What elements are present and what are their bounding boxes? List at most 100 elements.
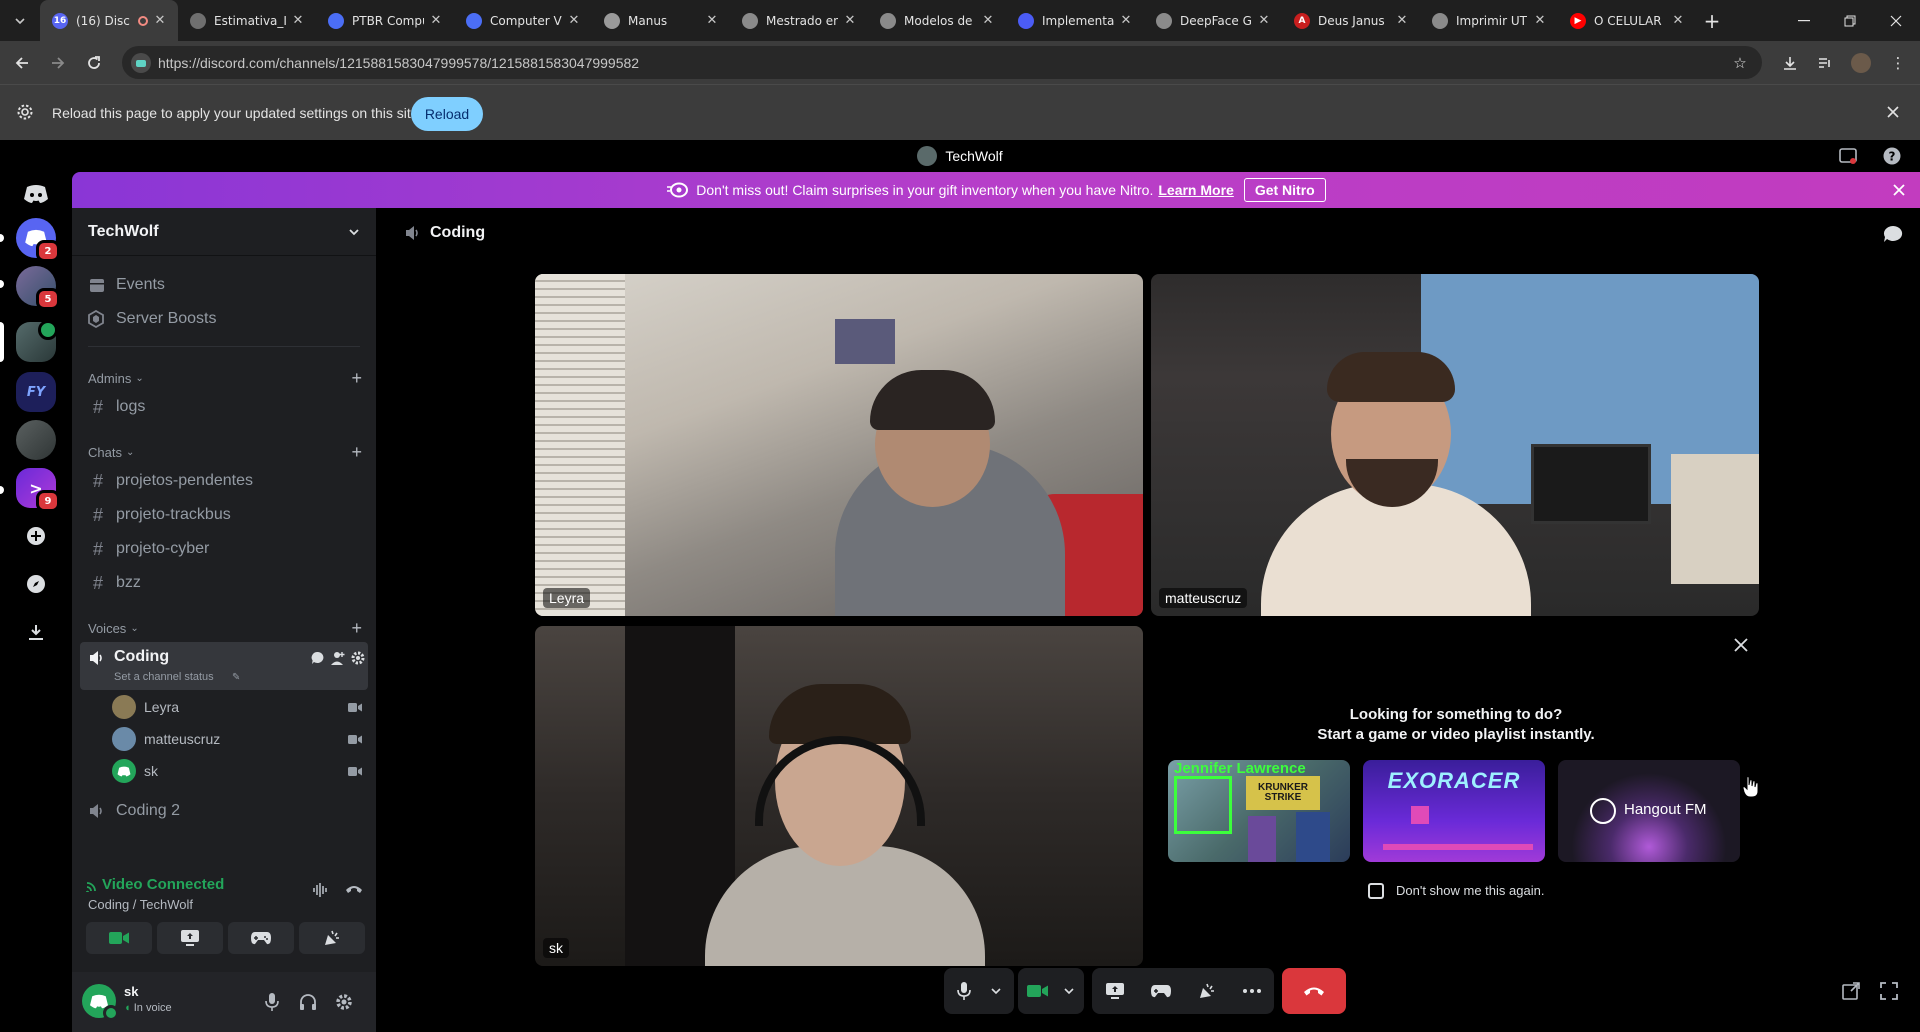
activity-card-hangout-fm[interactable]: Hangout FM <box>1558 760 1740 862</box>
browser-menu-icon[interactable]: ⋮ <box>1888 53 1908 73</box>
profile-avatar[interactable] <box>1851 53 1871 73</box>
close-tab-icon[interactable]: ✕ <box>842 13 858 28</box>
add-server-icon[interactable] <box>16 516 56 556</box>
close-tab-icon[interactable]: ✕ <box>1118 13 1134 28</box>
camera-button[interactable] <box>1018 968 1058 1014</box>
learn-more-link[interactable]: Learn More <box>1158 182 1233 198</box>
invite-user-icon[interactable] <box>330 650 346 666</box>
voice-channel-coding[interactable]: Coding Set a channel status ✎ <box>80 642 368 690</box>
camera-options-chevron-icon[interactable] <box>1058 968 1080 1014</box>
server-header[interactable]: TechWolf <box>72 208 376 256</box>
pop-out-icon[interactable] <box>1842 982 1860 1000</box>
avatar[interactable] <box>82 984 119 1021</box>
minimize-button[interactable] <box>1781 0 1827 41</box>
close-tab-icon[interactable]: ✕ <box>152 13 168 28</box>
media-controls-icon[interactable] <box>1815 53 1835 73</box>
close-tab-icon[interactable]: ✕ <box>290 13 306 28</box>
browser-tab[interactable]: Mestrado en ✕ <box>730 0 868 41</box>
new-tab-button[interactable]: + <box>1696 9 1728 33</box>
close-tab-icon[interactable]: ✕ <box>1394 13 1410 28</box>
disconnect-icon[interactable] <box>344 882 364 896</box>
close-icon[interactable] <box>1734 638 1748 652</box>
channel-projetos-pendentes[interactable]: # projetos-pendentes <box>80 464 368 498</box>
voice-location[interactable]: Coding / TechWolf <box>88 897 193 912</box>
voice-status[interactable]: Video Connected <box>102 876 224 893</box>
browser-tab[interactable]: Modelos de ✕ <box>868 0 1006 41</box>
close-banner-icon[interactable] <box>1892 183 1906 197</box>
help-icon[interactable]: ? <box>1882 146 1902 166</box>
server-icon[interactable] <box>16 420 56 460</box>
camera-toggle-button[interactable] <box>86 922 152 954</box>
microphone-icon[interactable] <box>264 992 280 1012</box>
bookmark-star-icon[interactable]: ☆ <box>1730 53 1750 73</box>
explore-icon[interactable] <box>16 564 56 604</box>
chat-bubble-icon[interactable] <box>310 650 326 666</box>
close-tab-icon[interactable]: ✕ <box>1256 13 1272 28</box>
get-nitro-button[interactable]: Get Nitro <box>1243 178 1326 202</box>
browser-tab[interactable]: 16 (16) Disc ✕ <box>40 0 178 41</box>
channel-status-label[interactable]: Set a channel status <box>114 671 214 683</box>
user-settings-gear-icon[interactable] <box>334 992 354 1012</box>
screen-share-button[interactable] <box>1092 968 1138 1014</box>
channel-projeto-trackbus[interactable]: # projeto-trackbus <box>80 498 368 532</box>
close-tab-icon[interactable]: ✕ <box>566 13 582 28</box>
server-icon[interactable]: > 9 <box>16 468 60 512</box>
channel-logs[interactable]: # logs <box>80 390 368 424</box>
server-icon[interactable]: 5 <box>16 266 60 310</box>
inbox-icon[interactable] <box>1838 146 1858 166</box>
chat-bubble-icon[interactable] <box>1882 224 1904 244</box>
site-info-icon[interactable] <box>131 53 151 73</box>
category-chats[interactable]: Chats ⌄ + <box>88 442 368 462</box>
headphones-icon[interactable] <box>298 992 318 1012</box>
create-channel-icon[interactable]: + <box>351 618 362 639</box>
screen-share-button[interactable] <box>157 922 223 954</box>
create-channel-icon[interactable]: + <box>351 442 362 463</box>
more-options-icon[interactable] <box>1230 968 1274 1014</box>
browser-tab[interactable]: Implementa ✕ <box>1006 0 1144 41</box>
browser-tab[interactable]: Estimativa_Ir ✕ <box>178 0 316 41</box>
browser-tab[interactable]: Computer Vi ✕ <box>454 0 592 41</box>
voice-user-matteuscruz[interactable]: matteuscruz <box>112 724 368 754</box>
browser-tab[interactable]: ▶ O CELULAR ✕ <box>1558 0 1696 41</box>
reload-icon[interactable] <box>80 49 108 77</box>
tab-search-button[interactable] <box>0 0 40 41</box>
browser-tab[interactable]: PTBR Compu ✕ <box>316 0 454 41</box>
video-tile-sk[interactable]: sk <box>535 626 1143 966</box>
activities-button[interactable] <box>1138 968 1184 1014</box>
close-tab-icon[interactable]: ✕ <box>1532 13 1548 28</box>
noise-suppression-icon[interactable] <box>312 882 330 898</box>
video-tile-matteuscruz[interactable]: matteuscruz <box>1151 274 1759 616</box>
activities-button[interactable] <box>228 922 294 954</box>
close-window-button[interactable] <box>1873 0 1919 41</box>
close-tab-icon[interactable]: ✕ <box>1670 13 1686 28</box>
mic-options-chevron-icon[interactable] <box>984 968 1008 1014</box>
browser-tab[interactable]: DeepFace GI ✕ <box>1144 0 1282 41</box>
channel-projeto-cyber[interactable]: # projeto-cyber <box>80 532 368 566</box>
leave-call-button[interactable] <box>1282 968 1346 1014</box>
server-icon[interactable]: FY <box>16 372 56 412</box>
channel-bzz[interactable]: # bzz <box>80 566 368 600</box>
restore-button[interactable] <box>1827 0 1873 41</box>
voice-user-sk[interactable]: sk <box>112 756 368 786</box>
create-channel-icon[interactable]: + <box>351 368 362 389</box>
voice-channel-coding-2[interactable]: Coding 2 <box>80 794 368 828</box>
sidebar-item-server-boosts[interactable]: Server Boosts <box>80 302 368 336</box>
close-tab-icon[interactable]: ✕ <box>428 13 444 28</box>
category-admins[interactable]: Admins ⌄ + <box>88 368 368 388</box>
fullscreen-icon[interactable] <box>1880 982 1898 1000</box>
category-voices[interactable]: Voices ⌄ + <box>88 618 368 638</box>
close-tab-icon[interactable]: ✕ <box>980 13 996 28</box>
close-infobar-icon[interactable] <box>1886 105 1900 119</box>
address-bar[interactable]: https://discord.com/channels/12158815830… <box>122 46 1762 79</box>
soundboard-button[interactable] <box>299 922 365 954</box>
microphone-button[interactable] <box>944 968 984 1014</box>
reload-button[interactable]: Reload <box>411 97 483 131</box>
dont-show-checkbox[interactable] <box>1368 883 1384 899</box>
downloads-icon[interactable] <box>1780 53 1800 73</box>
voice-user-leyra[interactable]: Leyra <box>112 692 368 722</box>
browser-tab[interactable]: Imprimir UTI ✕ <box>1420 0 1558 41</box>
forward-button[interactable] <box>44 49 72 77</box>
back-button[interactable] <box>8 49 36 77</box>
server-discord-hub[interactable]: 2 <box>16 218 60 262</box>
download-apps-icon[interactable] <box>16 612 56 652</box>
